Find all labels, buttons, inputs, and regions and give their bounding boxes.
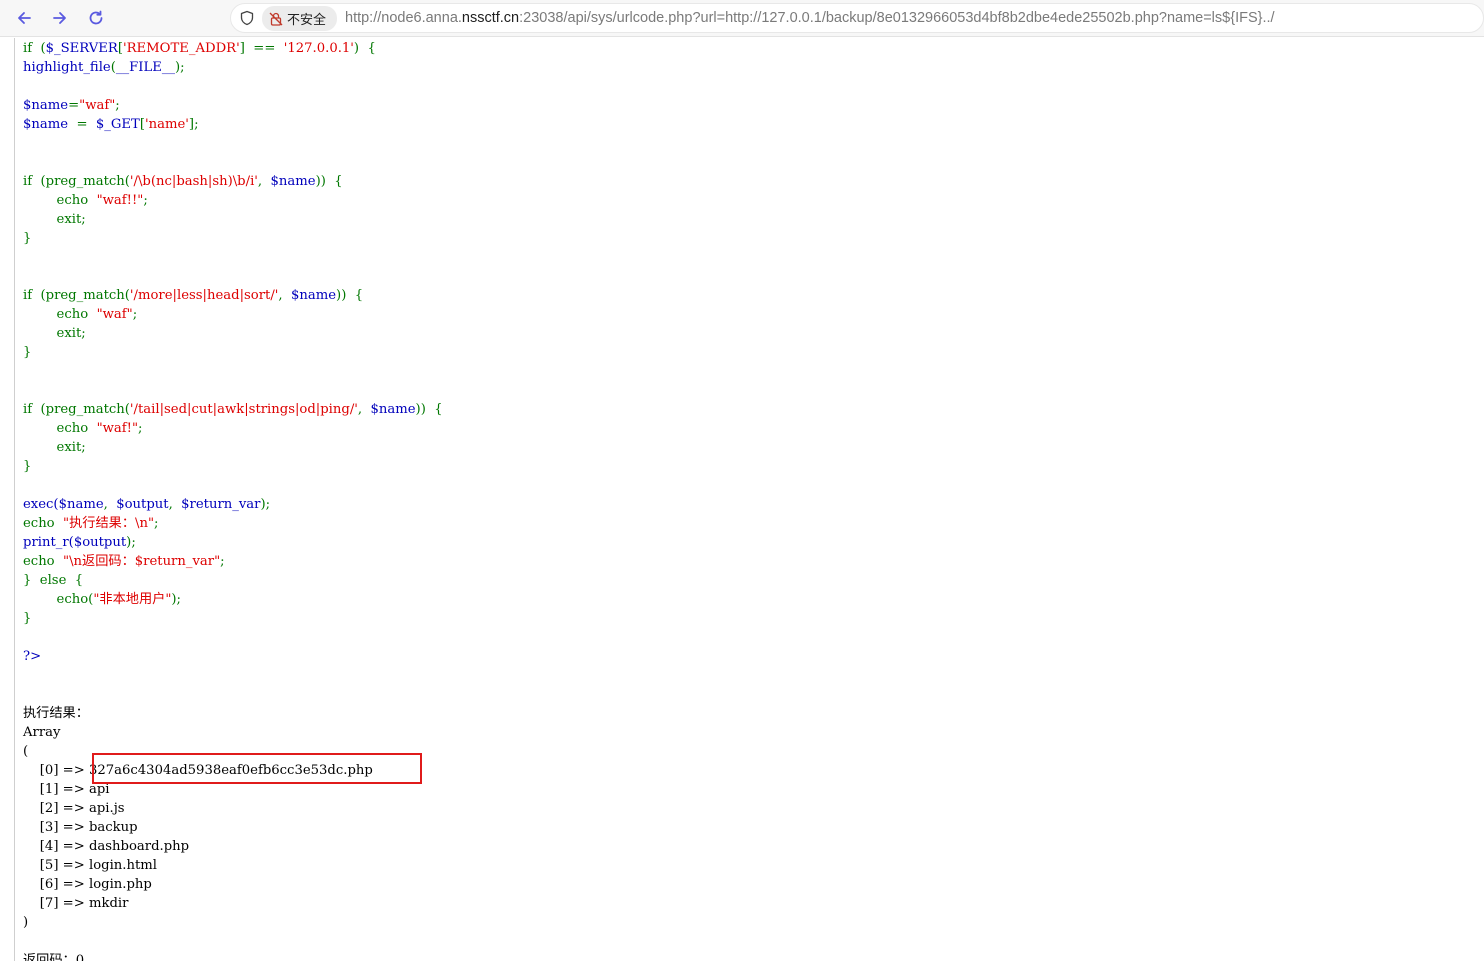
back-arrow-icon — [18, 12, 31, 24]
list-item: [5] => login.html — [39, 858, 158, 873]
list-item: [1] => api — [39, 782, 110, 797]
array-label: Array — [23, 725, 61, 740]
php-source-code: if ($_SERVER['REMOTE_ADDR'] == '127.0.0.… — [23, 39, 443, 666]
reload-button[interactable] — [81, 4, 111, 32]
array-open-paren: ( — [23, 744, 29, 759]
code-line: echo("非本地用户"); — [56, 592, 181, 607]
url-rest: :23038/api/sys/urlcode.php?url=http://12… — [519, 10, 1275, 26]
code-line: } — [23, 345, 32, 360]
list-item: [3] => backup — [39, 820, 138, 835]
code-line: echo "waf!"; — [56, 421, 143, 436]
code-line: exit; — [56, 326, 86, 341]
list-item: [2] => api.js — [39, 801, 125, 816]
reload-icon — [89, 10, 103, 25]
code-line: } else { — [23, 573, 84, 588]
page-content: if ($_SERVER['REMOTE_ADDR'] == '127.0.0.… — [0, 38, 1484, 961]
left-divider — [14, 38, 15, 961]
url-prefix: http://node6.anna. — [345, 10, 462, 26]
exec-output: 执行结果： Array ( [0] => 327a6c4304ad5938eaf… — [23, 704, 373, 961]
array-close-paren: ) — [23, 915, 29, 930]
list-item: [4] => dashboard.php — [39, 839, 190, 854]
code-line: $name="waf"; — [23, 98, 120, 113]
code-line: } — [23, 231, 32, 246]
code-line: } — [23, 459, 32, 474]
code-line: echo "执行结果：\n"; — [23, 516, 159, 531]
code-line: echo "waf"; — [56, 307, 138, 322]
security-indicator[interactable]: 不安全 — [262, 6, 337, 31]
return-code-line: 返回码：0 — [23, 953, 85, 961]
list-item: [7] => mkdir — [39, 896, 129, 911]
output-heading: 执行结果： — [23, 706, 89, 721]
code-line: highlight_file(__FILE__); — [23, 60, 185, 75]
lock-warning-icon — [269, 12, 283, 26]
code-line: exec($name, $output, $return_var); — [23, 497, 271, 512]
code-line: echo "waf!!"; — [56, 193, 148, 208]
code-line: exit; — [56, 212, 86, 227]
code-line: $name = $_GET['name']; — [23, 117, 199, 132]
address-bar[interactable]: 不安全 http://node6.anna.nssctf.cn:23038/ap… — [230, 3, 1484, 33]
shield-icon[interactable] — [239, 10, 255, 26]
code-line: if (preg_match('/tail|sed|cut|awk|string… — [23, 402, 443, 417]
url-host: nssctf.cn — [461, 10, 520, 26]
code-line: } — [23, 611, 32, 626]
code-line: print_r($output); — [23, 535, 136, 550]
security-label: 不安全 — [287, 13, 327, 28]
forward-button[interactable] — [45, 4, 75, 32]
code-line: echo "\n返回码：$return_var"; — [23, 554, 225, 569]
back-button[interactable] — [9, 4, 39, 32]
url-text[interactable]: http://node6.anna.nssctf.cn:23038/api/sy… — [345, 10, 1275, 26]
list-item: [6] => login.php — [39, 877, 152, 892]
browser-toolbar: 不安全 http://node6.anna.nssctf.cn:23038/ap… — [0, 0, 1484, 37]
code-line: ?> — [23, 649, 42, 664]
code-line: if (preg_match('/\b(nc|bash|sh)\b/i', $n… — [23, 174, 343, 189]
code-line: if ($_SERVER['REMOTE_ADDR'] == '127.0.0.… — [23, 41, 376, 56]
forward-arrow-icon — [53, 12, 66, 24]
code-line: exit; — [56, 440, 86, 455]
highlight-box — [92, 753, 422, 784]
code-line: if (preg_match('/more|less|head|sort/', … — [23, 288, 364, 303]
